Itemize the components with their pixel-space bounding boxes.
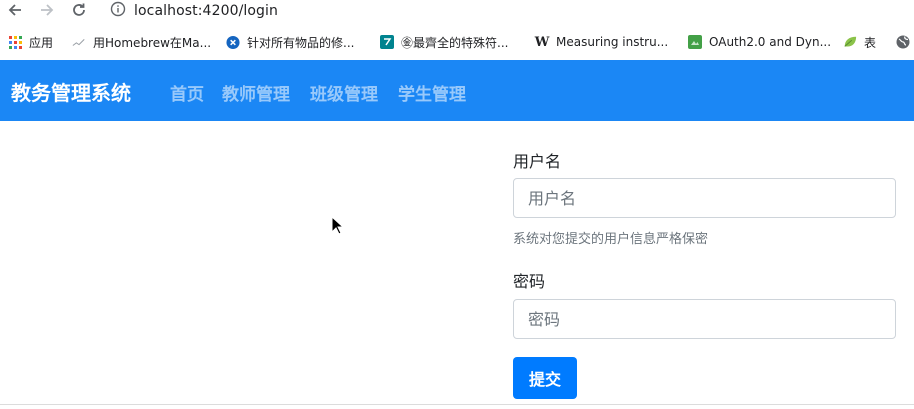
username-input[interactable] [513,178,896,218]
forward-icon[interactable] [37,0,57,20]
password-input[interactable] [513,299,896,339]
address-bar[interactable]: localhost:4200/login [110,0,278,22]
bookmark-label: 用Homebrew在Ma... [93,35,212,50]
bookmark-measuring[interactable]: W Measuring instru... [535,34,668,50]
bookmark-symbols[interactable]: ㊎最齊全的特殊符... [380,34,508,50]
nav-link-classes[interactable]: 班级管理 [310,80,378,105]
username-help-text: 系统对您提交的用户信息严格保密 [513,232,709,247]
homebrew-icon [72,35,86,49]
globe-icon[interactable] [896,34,910,50]
bookmark-s-icon [380,35,394,49]
bookmark-label: 表 [864,35,877,50]
password-label: 密码 [513,272,546,291]
bookmark-apps[interactable]: 应用 [8,34,53,50]
bookmark-table[interactable]: 表 [843,34,876,50]
wikipedia-icon: W [534,34,550,50]
bookmark-modify[interactable]: 针对所有物品的修... [226,34,354,50]
apps-grid-icon [8,35,22,49]
back-icon[interactable] [5,0,25,20]
leaf-icon [843,35,857,49]
reload-icon[interactable] [69,0,89,20]
bookmark-label: 针对所有物品的修... [247,35,355,50]
browser-toolbar: localhost:4200/login [0,0,914,24]
username-label: 用户名 [513,152,562,171]
url-text: localhost:4200/login [134,3,279,19]
info-icon[interactable] [110,1,126,21]
bookmarks-bar: 应用 用Homebrew在Ma... 针对所有物品的修... ㊎最齊全的特殊符.… [0,28,914,56]
bookmark-label: ㊎最齊全的特殊符... [401,35,509,50]
bookmark-homebrew[interactable]: 用Homebrew在Ma... [72,34,211,50]
nav-link-students[interactable]: 学生管理 [398,80,466,105]
mouse-cursor-icon [331,215,345,239]
nav-link-home[interactable]: 首页 [170,80,204,105]
brand-title[interactable]: 教务管理系统 [11,77,131,106]
bookmark-label: OAuth2.0 and Dyn... [709,35,832,49]
app-navbar: 教务管理系统 首页 教师管理 班级管理 学生管理 [0,60,914,121]
doc-green-icon [688,35,702,49]
bookmark-label: Measuring instru... [556,35,669,49]
bookmark-label: 应用 [29,35,54,50]
bookmark-oauth[interactable]: OAuth2.0 and Dyn... [688,34,831,50]
nav-link-teachers[interactable]: 教师管理 [222,80,290,105]
close-circle-icon [226,35,240,49]
window-bottom-border [0,404,914,405]
submit-button[interactable]: 提交 [513,357,577,399]
